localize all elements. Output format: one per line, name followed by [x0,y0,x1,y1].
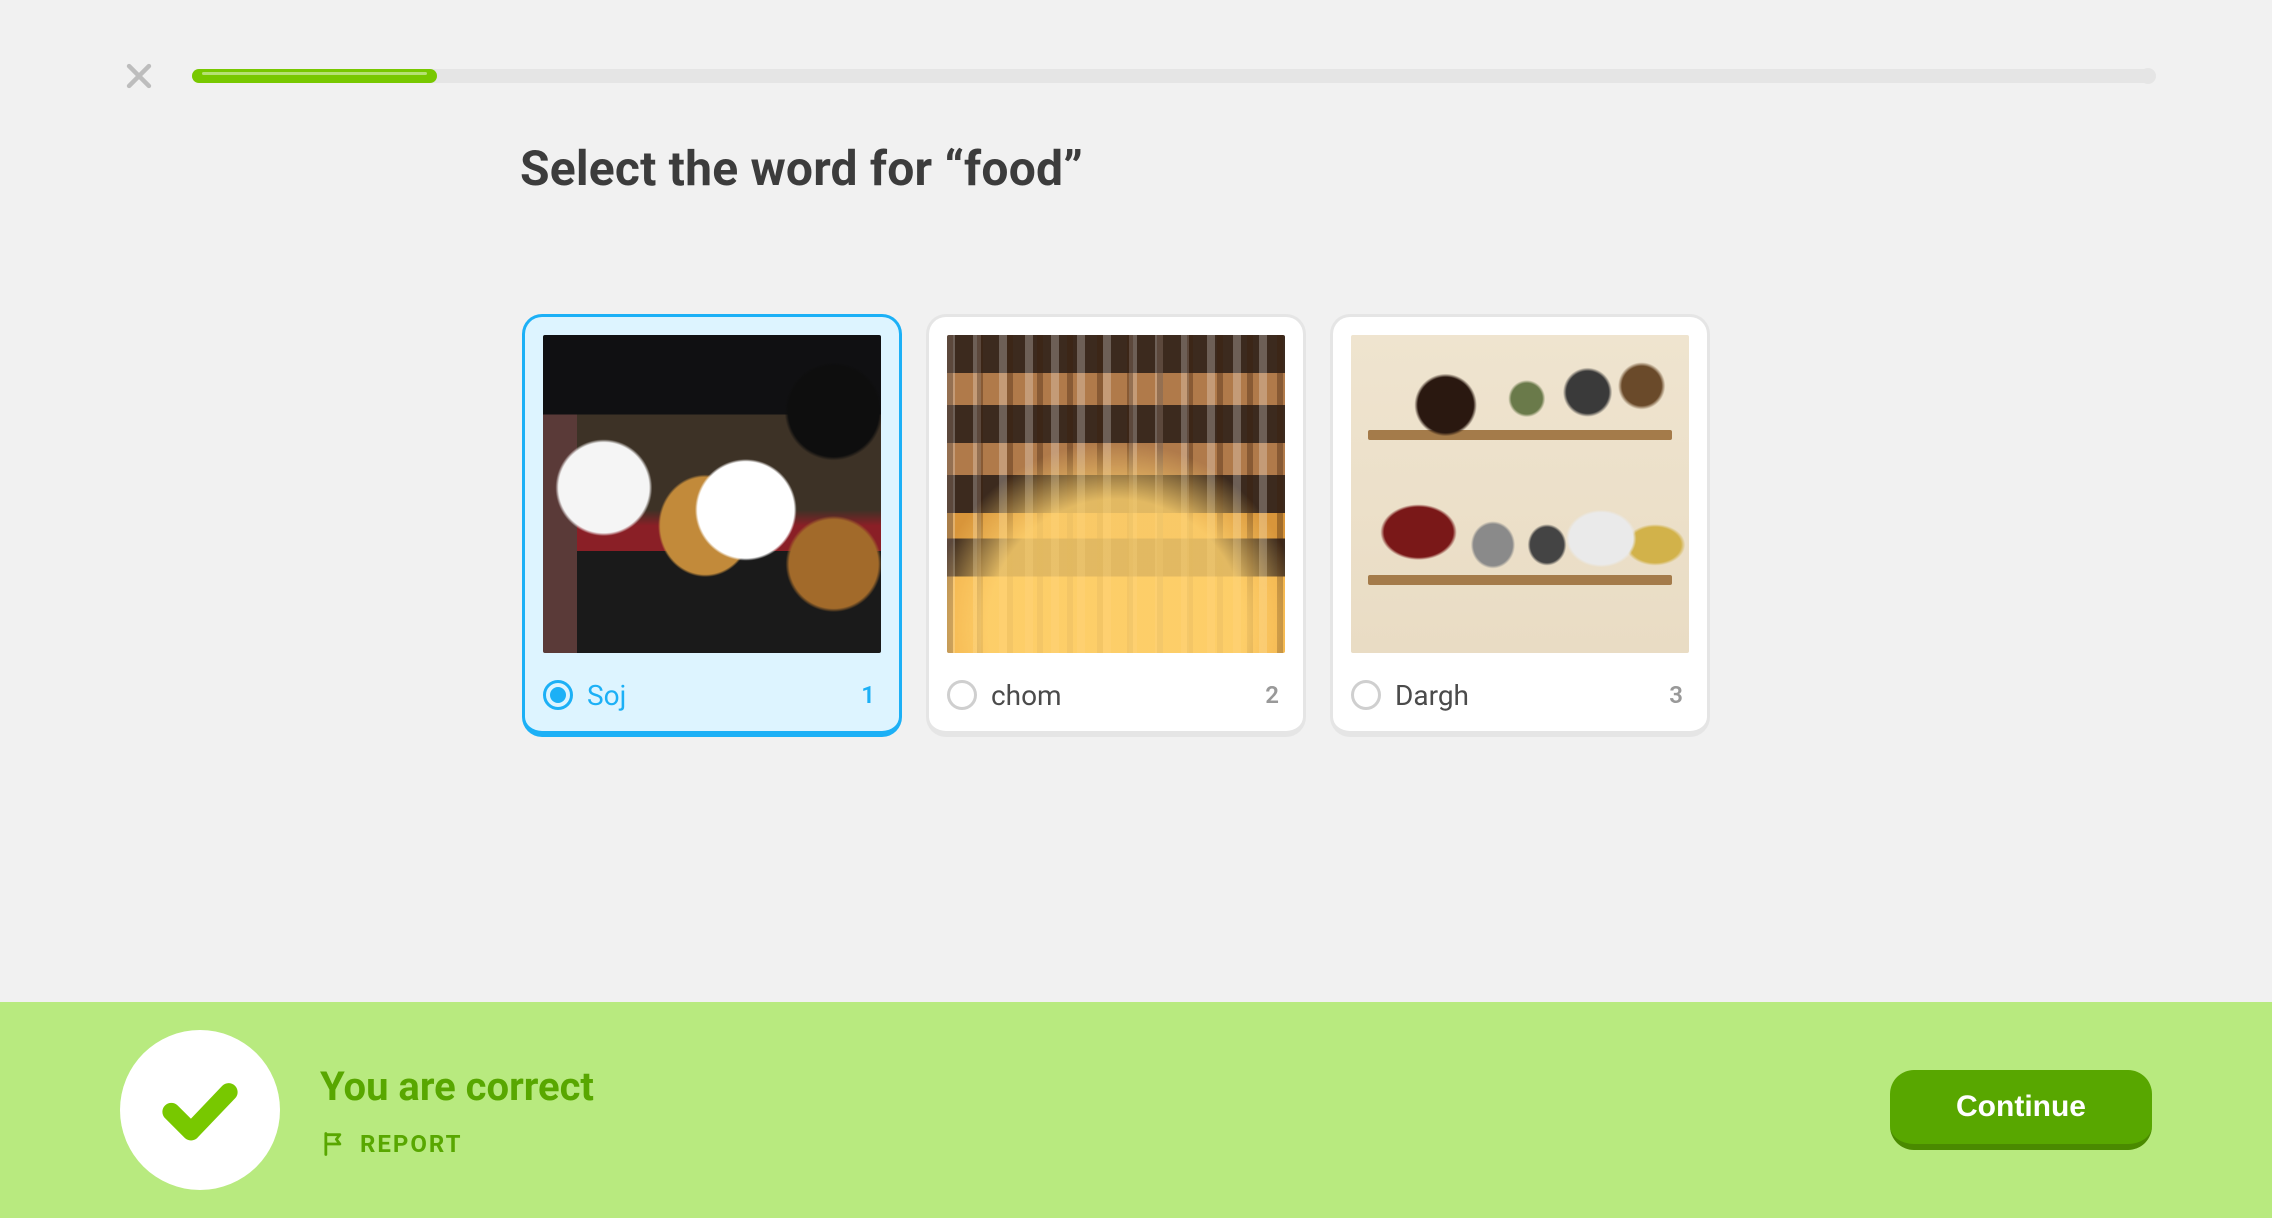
progress-fill [192,69,437,83]
choice-image-1 [543,335,881,653]
close-button[interactable] [120,57,158,95]
choice-card-1[interactable]: Soj 1 [522,314,902,737]
choice-footer: Dargh 3 [1351,667,1689,723]
choice-label: Soj [587,679,847,712]
report-label: REPORT [360,1130,462,1158]
lesson-topbar [120,56,2152,96]
choice-number: 1 [861,681,881,709]
choice-label: Dargh [1395,679,1655,712]
progress-bar [192,69,2152,83]
choice-number: 2 [1265,681,1285,709]
choice-card-3[interactable]: Dargh 3 [1330,314,1710,737]
choice-card-grid: Soj 1 chom 2 Dargh 3 [522,314,1710,737]
result-banner: You are correct REPORT Continue [0,1002,2272,1218]
exercise-prompt: Select the word for “food” [520,140,1083,197]
correct-badge [120,1030,280,1190]
checkmark-icon [157,1067,243,1153]
report-button[interactable]: REPORT [320,1130,1890,1158]
flag-icon [320,1130,348,1158]
choice-image-3 [1351,335,1689,653]
radio-icon [947,680,977,710]
continue-button[interactable]: Continue [1890,1070,2152,1150]
radio-icon [1351,680,1381,710]
progress-end-cap [2140,68,2156,84]
choice-footer: Soj 1 [543,667,881,723]
choice-number: 3 [1669,681,1689,709]
choice-footer: chom 2 [947,667,1285,723]
choice-label: chom [991,679,1251,712]
choice-image-2 [947,335,1285,653]
close-icon [122,59,156,93]
result-text-group: You are correct REPORT [320,1063,1890,1158]
radio-icon [543,680,573,710]
choice-card-2[interactable]: chom 2 [926,314,1306,737]
result-title: You are correct [320,1063,1890,1110]
